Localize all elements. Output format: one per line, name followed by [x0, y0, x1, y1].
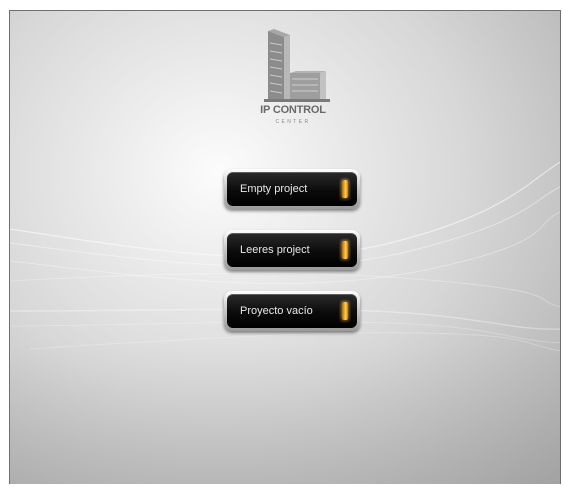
- proyecto-vacio-button[interactable]: Proyecto vacío: [224, 291, 360, 331]
- app-logo: IP CONTROL CENTER: [250, 21, 336, 131]
- app-window: IP CONTROL CENTER Empty project Leeres p…: [9, 10, 561, 484]
- button-label: Proyecto vacío: [240, 305, 313, 317]
- button-label: Leeres project: [240, 244, 310, 256]
- empty-project-button[interactable]: Empty project: [224, 169, 360, 209]
- status-led-icon: [339, 299, 351, 323]
- building-icon: [264, 29, 330, 102]
- logo-subtitle: CENTER: [275, 119, 311, 125]
- status-led-icon: [339, 177, 351, 201]
- button-label: Empty project: [240, 183, 308, 195]
- logo-title: IP CONTROL: [260, 104, 326, 116]
- status-led-icon: [339, 238, 351, 262]
- leeres-project-button[interactable]: Leeres project: [224, 230, 360, 270]
